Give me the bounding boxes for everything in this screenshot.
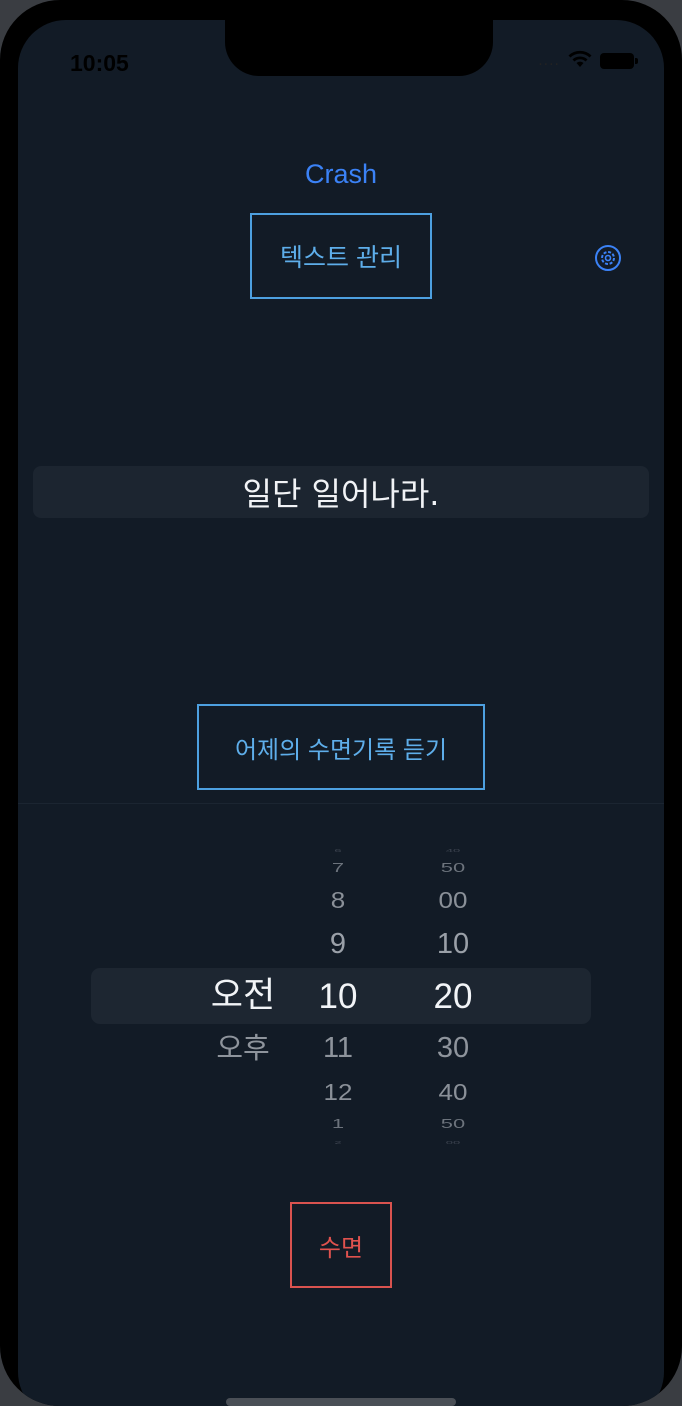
- battery-icon: [600, 53, 638, 69]
- picker-item[interactable]: 00: [408, 889, 498, 912]
- divider: [18, 803, 664, 804]
- device-frame: 10:05 .... Crash 텍스트 관리 일단 일어나라. 어제의 수면기: [0, 0, 682, 1406]
- picker-item[interactable]: 50: [408, 861, 498, 874]
- picker-item[interactable]: 10: [298, 979, 378, 1014]
- signal-icon: ....: [538, 53, 560, 69]
- quote-text: 일단 일어나라.: [33, 466, 649, 518]
- picker-item[interactable]: 6: [298, 848, 378, 853]
- picker-item[interactable]: 40: [408, 848, 498, 853]
- picker-item[interactable]: 9: [298, 929, 378, 959]
- picker-column-ampm[interactable]: 오전오후: [198, 840, 288, 1150]
- home-indicator: [226, 1398, 456, 1406]
- picker-item[interactable]: 8: [298, 889, 378, 912]
- status-time: 10:05: [70, 50, 129, 76]
- settings-button[interactable]: [594, 244, 622, 272]
- picker-item[interactable]: 오후: [198, 1033, 288, 1063]
- sleep-record-button[interactable]: 어제의 수면기록 듣기: [197, 704, 485, 790]
- picker-item[interactable]: 00: [408, 1140, 498, 1145]
- picker-item[interactable]: 11: [298, 1033, 378, 1063]
- sleep-button[interactable]: 수면: [290, 1202, 392, 1288]
- picker-item[interactable]: 20: [408, 979, 498, 1014]
- picker-item[interactable]: 50: [408, 1117, 498, 1130]
- status-icons: ....: [538, 50, 638, 72]
- text-manage-button[interactable]: 텍스트 관리: [250, 213, 432, 299]
- picker-item[interactable]: 12: [298, 1081, 378, 1104]
- picker-item[interactable]: 2: [298, 1140, 378, 1145]
- crash-button[interactable]: Crash: [18, 158, 664, 191]
- wifi-icon: [568, 50, 592, 72]
- device-notch: [225, 20, 493, 76]
- picker-item[interactable]: 30: [408, 1033, 498, 1063]
- time-picker[interactable]: 오전 오후 6 7 8 9 10 11 12 1 2 40 50 00 10 20 30 40 50 00: [18, 840, 664, 1150]
- picker-column-minutes[interactable]: 40 50 00 10 20 30 40 50 00: [408, 840, 498, 1150]
- picker-item[interactable]: 40: [408, 1081, 498, 1104]
- picker-item[interactable]: 오전: [198, 978, 288, 1014]
- picker-column-hours[interactable]: 6 7 8 9 10 11 12 1 2: [298, 840, 378, 1150]
- app-screen: 10:05 .... Crash 텍스트 관리 일단 일어나라. 어제의 수면기: [18, 20, 664, 1406]
- picker-item[interactable]: 7: [298, 861, 378, 874]
- gear-circle-icon: [595, 245, 621, 271]
- picker-item[interactable]: 10: [408, 929, 498, 959]
- picker-item[interactable]: 1: [298, 1117, 378, 1130]
